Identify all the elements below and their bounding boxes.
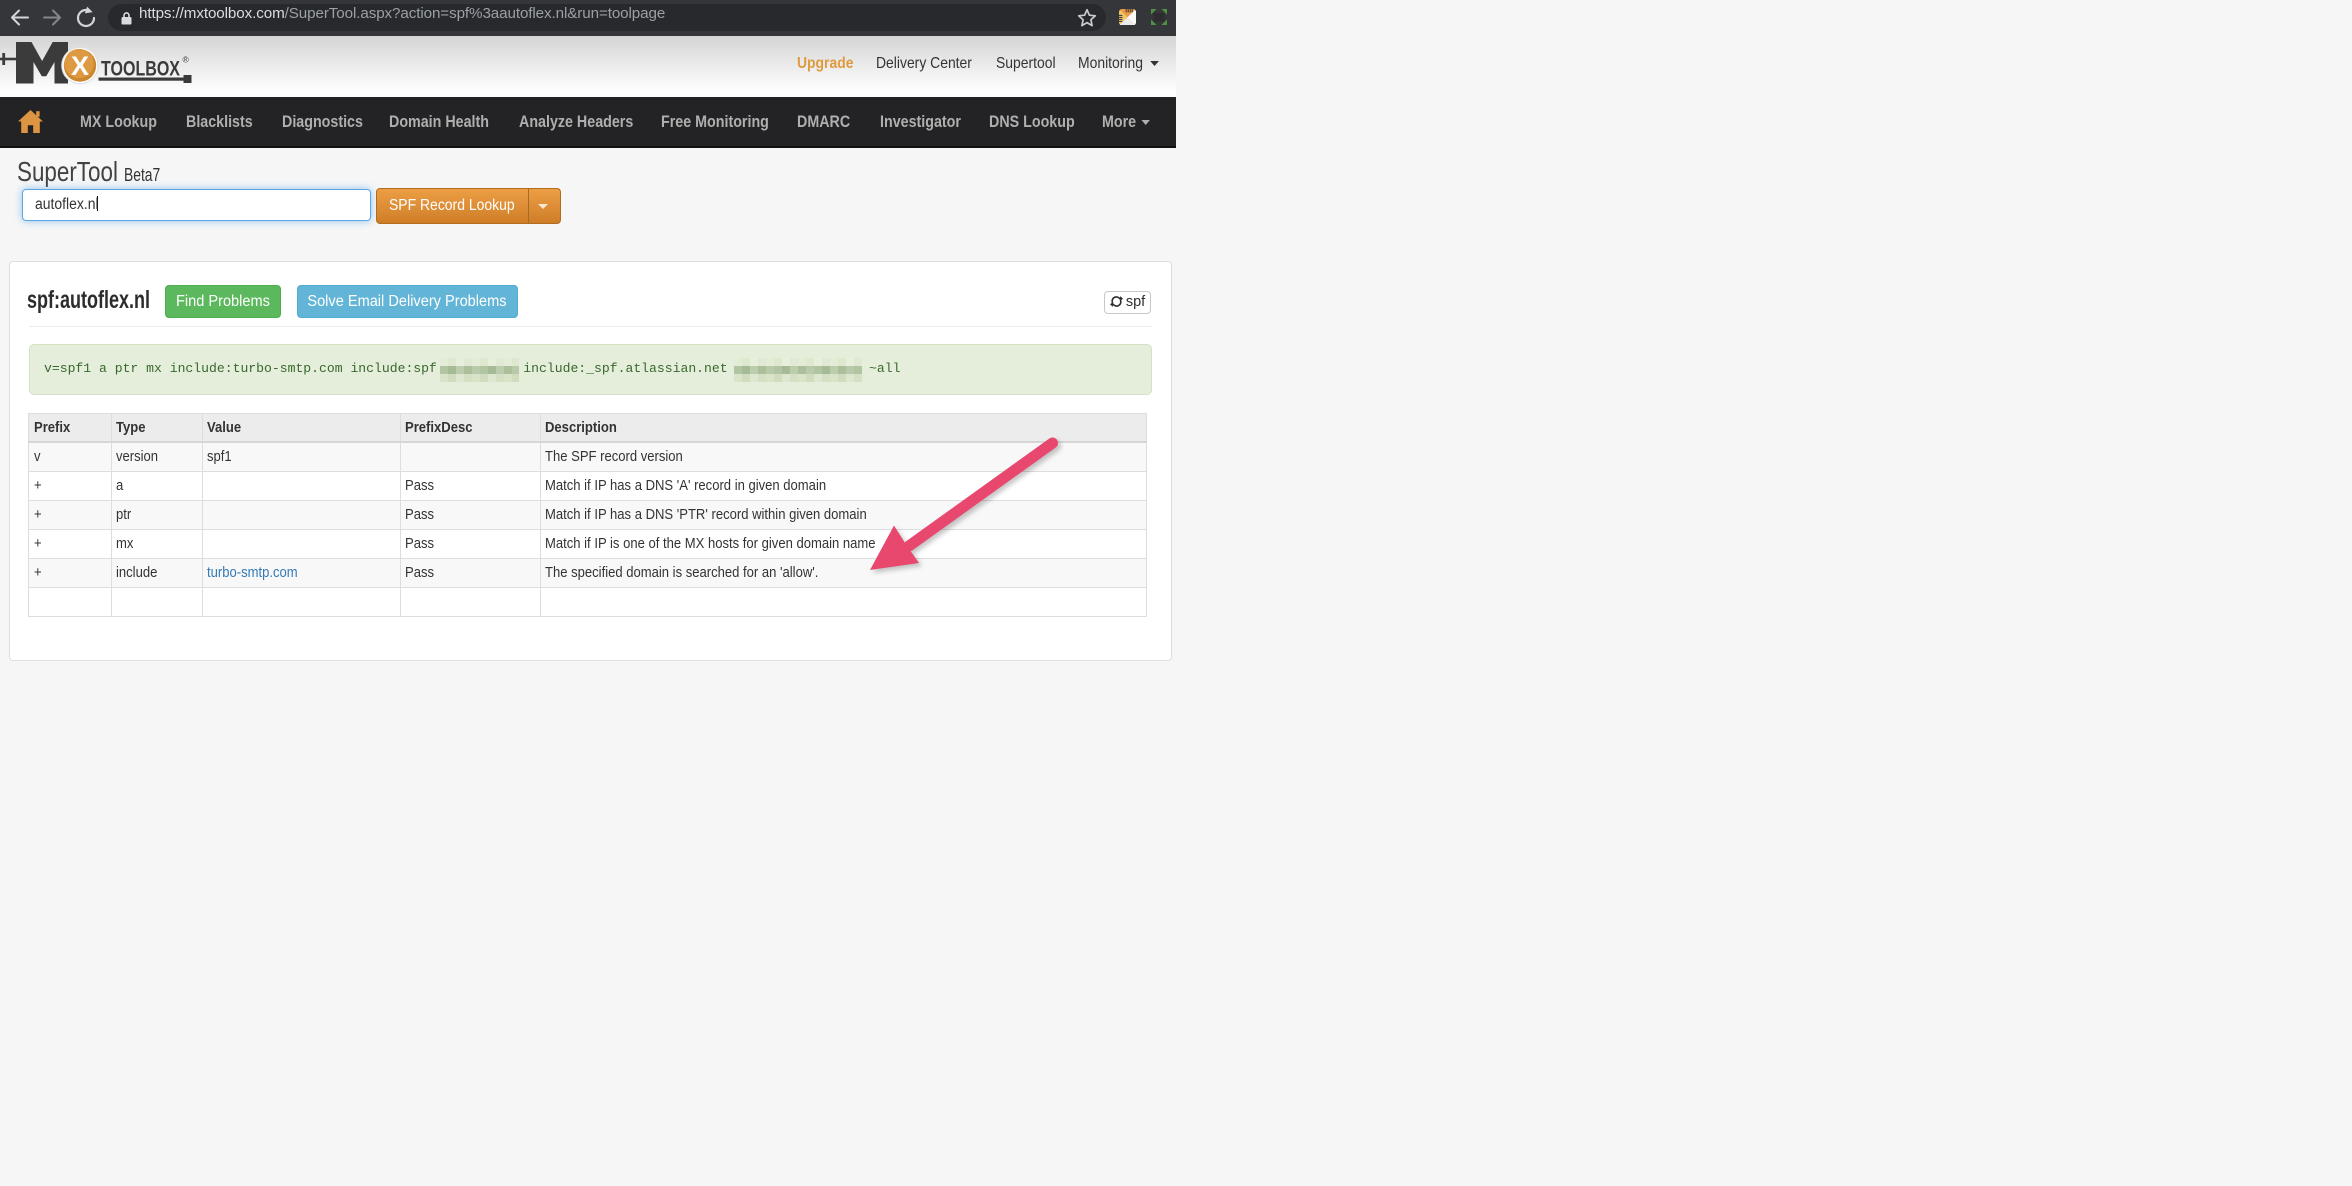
svg-text:TOOLBOX: TOOLBOX — [101, 57, 180, 81]
svg-text:X: X — [71, 51, 89, 81]
svg-text:®: ® — [183, 55, 190, 65]
